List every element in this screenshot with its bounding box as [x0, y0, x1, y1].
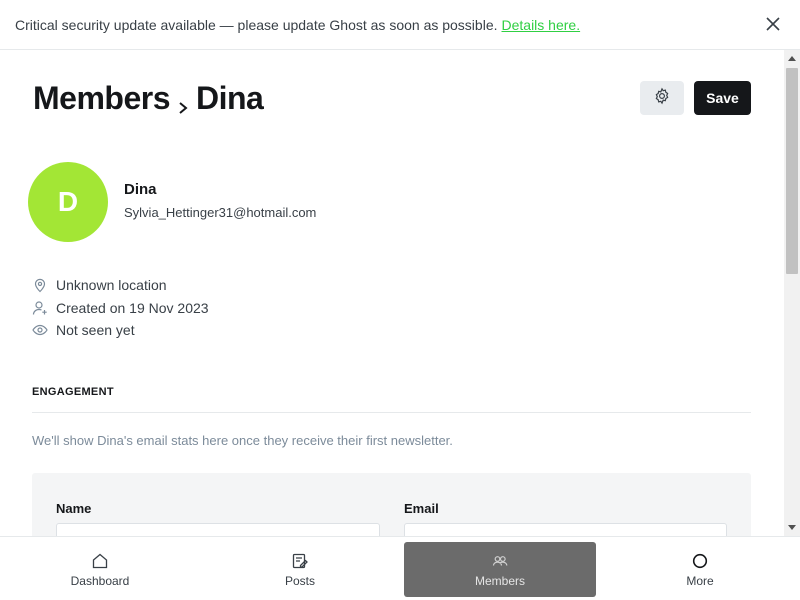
save-button[interactable]: Save — [694, 81, 751, 115]
members-icon — [492, 555, 508, 566]
settings-button[interactable] — [640, 81, 684, 115]
gear-icon — [653, 87, 671, 110]
created-text: Created on 19 Nov 2023 — [56, 300, 209, 316]
alert-message: Critical security update available — ple… — [15, 16, 498, 33]
breadcrumb: Members Dina — [33, 80, 264, 117]
nav-dashboard[interactable]: Dashboard — [0, 542, 200, 597]
email-field[interactable] — [404, 523, 727, 536]
nav-more[interactable]: More — [600, 542, 800, 597]
scroll-up-arrow[interactable] — [788, 56, 796, 61]
scrollbar[interactable] — [784, 50, 800, 536]
security-alert-banner: Critical security update available — ple… — [0, 0, 800, 50]
engagement-description: We'll show Dina's email stats here once … — [32, 433, 453, 448]
nav-posts[interactable]: Posts — [200, 542, 400, 597]
name-field[interactable] — [56, 523, 380, 536]
more-icon — [692, 553, 708, 568]
divider — [32, 412, 751, 413]
member-email: Sylvia_Hettinger31@hotmail.com — [124, 205, 317, 220]
avatar: D — [28, 162, 108, 242]
member-last-seen: Not seen yet — [32, 322, 135, 338]
nav-members[interactable]: Members — [404, 542, 596, 597]
scroll-down-arrow[interactable] — [788, 525, 796, 530]
member-created: Created on 19 Nov 2023 — [32, 300, 209, 316]
last-seen-text: Not seen yet — [56, 322, 135, 338]
nav-dashboard-label: Dashboard — [70, 573, 130, 588]
location-text: Unknown location — [56, 277, 167, 293]
name-label: Name — [56, 501, 92, 516]
nav-more-label: More — [686, 573, 714, 588]
breadcrumb-members-link[interactable]: Members — [33, 80, 171, 117]
user-add-icon — [32, 301, 47, 315]
chevron-right-icon — [176, 89, 190, 114]
scrollbar-thumb[interactable] — [786, 68, 798, 274]
page-title: Dina — [196, 80, 264, 116]
home-icon — [92, 553, 108, 568]
nav-posts-label: Posts — [284, 573, 315, 588]
member-name: Dina — [124, 181, 157, 198]
member-detail-page: Members Dina Save D Dina Sylvia_Hettinge… — [0, 50, 784, 536]
email-label: Email — [404, 501, 439, 516]
posts-icon — [292, 553, 308, 568]
member-location: Unknown location — [32, 277, 167, 293]
nav-members-label: Members — [474, 573, 525, 588]
bottom-nav: Dashboard Posts Members More — [0, 536, 800, 600]
eye-icon — [32, 324, 48, 336]
engagement-heading: ENGAGEMENT — [32, 386, 114, 398]
location-pin-icon — [34, 278, 46, 293]
alert-details-link[interactable]: Details here. — [502, 17, 581, 33]
close-icon[interactable] — [764, 15, 782, 33]
